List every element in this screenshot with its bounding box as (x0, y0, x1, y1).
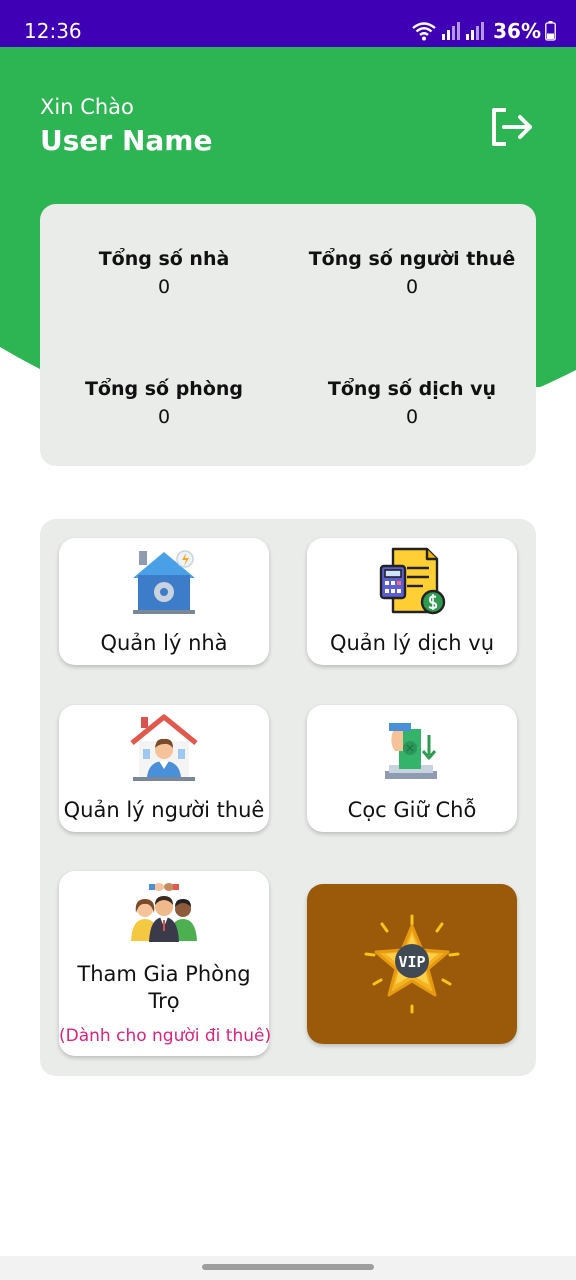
join-room-button[interactable]: Tham Gia Phòng Trọ (Dành cho người đi th… (59, 871, 272, 1056)
battery-icon (545, 21, 556, 41)
stat-total-services: Tổng số dịch vụ 0 (288, 376, 536, 430)
wifi-icon (412, 22, 436, 41)
stat-label: Tổng số nhà (98, 248, 230, 270)
battery-percent: 36% (493, 19, 541, 43)
status-icons: 36% (411, 17, 556, 45)
stat-value: 0 (405, 406, 419, 428)
stat-label: Tổng số phòng (84, 378, 244, 400)
manage-services-button[interactable]: Quản lý dịch vụ (307, 538, 517, 665)
navigation-bar (0, 1256, 576, 1280)
tile-label: Quản lý người thuê (63, 798, 265, 822)
tile-label: Tham Gia Phòng (77, 962, 251, 986)
manage-tenants-button[interactable]: Quản lý người thuê (59, 705, 269, 832)
tile-label: Quản lý nhà (100, 631, 228, 655)
tile-label: Quản lý dịch vụ (329, 631, 495, 655)
tile-label: Trọ (148, 989, 180, 1013)
stat-value: 0 (157, 406, 171, 428)
smart-house-icon (133, 550, 195, 614)
signal-icon-2 (466, 22, 485, 40)
vip-button[interactable]: VIP (307, 884, 517, 1044)
manage-houses-button[interactable]: Quản lý nhà (59, 538, 269, 665)
status-time: 12:36 (24, 19, 82, 43)
stat-label: Tổng số dịch vụ (327, 378, 497, 400)
greeting-text: Xin Chào (40, 95, 134, 119)
tile-label: Cọc Giữ Chỗ (347, 798, 477, 822)
stat-total-tenants: Tổng số người thuê 0 (288, 246, 536, 300)
signal-icon (442, 22, 461, 40)
tenant-house-icon (130, 714, 198, 781)
stat-value: 0 (405, 276, 419, 298)
logout-icon (492, 108, 532, 146)
status-bar: 12:36 36% (0, 0, 576, 47)
group-people-icon (131, 883, 197, 942)
menu-panel: Quản lý nhà Quản lý dịch vụ Quản lý ngườ… (40, 519, 536, 1076)
logout-button[interactable] (488, 104, 536, 150)
stat-total-rooms: Tổng số phòng 0 (40, 376, 288, 430)
invoice-calculator-icon (379, 547, 446, 615)
stats-card: Tổng số nhà 0 Tổng số người thuê 0 Tổng … (40, 204, 536, 466)
stat-value: 0 (157, 276, 171, 298)
deposit-hold-button[interactable]: Cọc Giữ Chỗ (307, 705, 517, 832)
stat-label: Tổng số người thuê (308, 248, 516, 270)
username-text: User Name (40, 124, 213, 157)
home-gesture-handle[interactable] (202, 1264, 374, 1270)
stat-total-houses: Tổng số nhà 0 (40, 246, 288, 300)
tile-sublabel: (Dành cho người đi thuê) (59, 1026, 272, 1046)
deposit-money-icon (385, 723, 437, 779)
vip-label: VIP (398, 953, 425, 971)
vip-star-icon: VIP (364, 914, 460, 1014)
